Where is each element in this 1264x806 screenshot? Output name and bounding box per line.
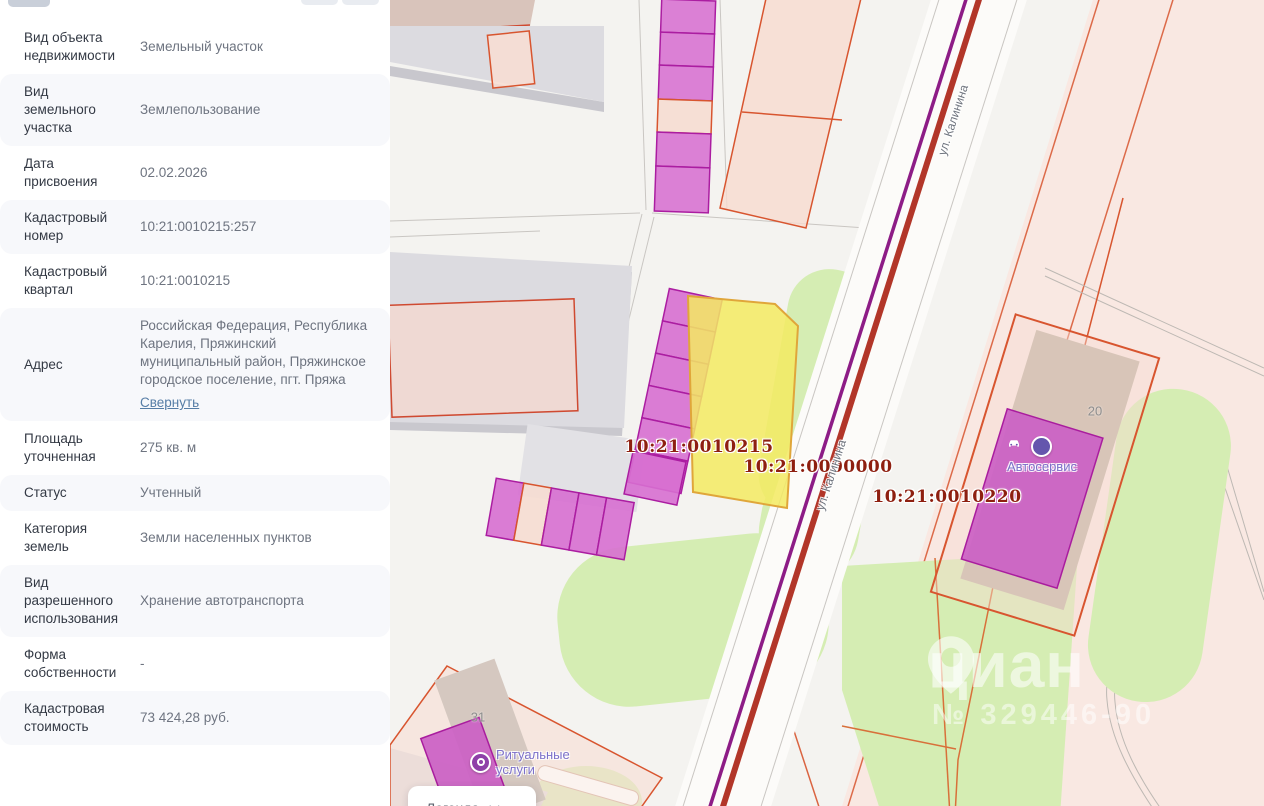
detail-value: - (140, 656, 145, 671)
detail-label: Дата присвоения (24, 156, 98, 189)
address-text: Российская Федерация, Республика Карелия… (140, 318, 368, 387)
poi-label-line1: Ритуальные (496, 747, 570, 762)
detail-value: 02.02.2026 (140, 165, 208, 180)
map-canvas (390, 0, 1264, 806)
detail-label: Кадастровая стоимость (24, 701, 105, 734)
chevron-down-icon (489, 800, 501, 806)
ritual-services-icon (470, 751, 491, 773)
detail-value: 73 424,28 руб. (140, 710, 230, 725)
cadastral-number-label[interactable]: 10:21:0000000 (743, 457, 892, 477)
detail-row: Вид объекта недвижимости Земельный участ… (0, 20, 390, 74)
cutoff-button-1 (301, 0, 338, 5)
legend-button-label: Легенда (426, 800, 479, 806)
poi-ritual-services[interactable]: Ритуальные услуги (470, 747, 570, 777)
cadastral-number-label[interactable]: 10:21:0010220 (872, 487, 1021, 507)
cadastral-number-label[interactable]: 10:21:0010215 (624, 437, 773, 457)
detail-row: Площадь уточненная 275 кв. м (0, 421, 390, 475)
poi-label: Автосервис (1007, 459, 1077, 474)
detail-value: Учтенный (140, 485, 202, 500)
detail-value: Российская Федерация, Республика Карелия… (140, 317, 378, 412)
detail-row: Кадастровый квартал 10:21:0010215 (0, 254, 390, 308)
house-number: 20 (1087, 403, 1103, 419)
detail-row: Кадастровая стоимость 73 424,28 руб. (0, 691, 390, 745)
cadastral-map[interactable]: 10:21:0010215 10:21:0000000 10:21:001022… (390, 0, 1264, 806)
detail-label: Вид объекта недвижимости (24, 30, 116, 63)
detail-row: Дата присвоения 02.02.2026 (0, 146, 390, 200)
detail-value: 10:21:0010215 (140, 273, 231, 288)
cutoff-tab (8, 0, 50, 7)
legend-button[interactable]: Легенда (408, 786, 536, 806)
detail-label: Кадастровый номер (24, 210, 108, 243)
detail-value: Землепользование (140, 102, 261, 117)
detail-label: Вид разрешенного использования (24, 575, 119, 626)
detail-label: Форма собственности (24, 647, 117, 680)
house-number: 31 (470, 709, 486, 725)
poi-label-line2: услуги (496, 762, 535, 777)
detail-row: Вид разрешенного использования Хранение … (0, 565, 390, 637)
detail-row: Вид земельного участка Землепользование (0, 74, 390, 146)
collapse-link[interactable]: Свернуть (140, 394, 199, 412)
car-icon (1009, 436, 1053, 457)
detail-value: Земельный участок (140, 39, 263, 54)
poi-autoservice[interactable]: Автосервис (1007, 436, 1077, 474)
detail-value: 275 кв. м (140, 440, 197, 455)
detail-label: Кадастровый квартал (24, 264, 108, 297)
garage-strip-top (653, 0, 717, 214)
detail-value: 10:21:0010215:257 (140, 219, 257, 234)
detail-label: Вид земельного участка (24, 84, 96, 135)
detail-row: Статус Учтенный (0, 475, 390, 511)
detail-label: Адрес (24, 356, 63, 372)
detail-row: Кадастровый номер 10:21:0010215:257 (0, 200, 390, 254)
detail-label: Площадь уточненная (24, 431, 96, 464)
detail-label: Статус (24, 485, 67, 500)
detail-row: Категория земель Земли населенных пункто… (0, 511, 390, 565)
property-details-panel: Вид объекта недвижимости Земельный участ… (0, 0, 390, 806)
detail-value: Земли населенных пунктов (140, 530, 312, 545)
detail-value: Хранение автотранспорта (140, 593, 304, 608)
cutoff-button-2 (342, 0, 379, 5)
detail-row-address: Адрес Российская Федерация, Республика К… (0, 308, 390, 421)
detail-row: Форма собственности - (0, 637, 390, 691)
detail-label: Категория земель (24, 521, 88, 554)
